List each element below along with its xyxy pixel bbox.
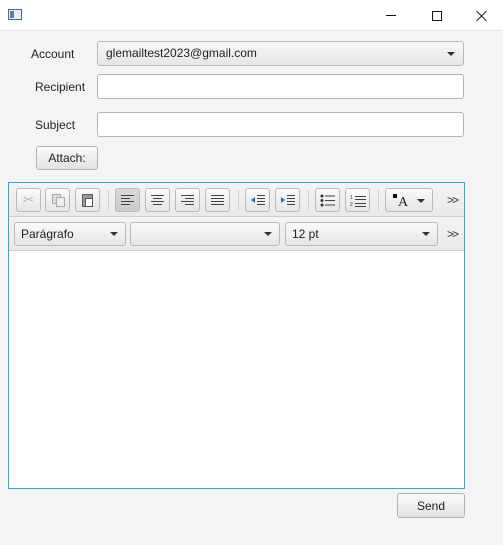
editor-content-area[interactable] [9, 252, 464, 488]
align-right-button[interactable] [175, 188, 200, 212]
numbered-list-icon: 1 2 [350, 195, 366, 207]
maximize-icon [432, 10, 442, 21]
paste-icon [82, 193, 93, 207]
close-button[interactable] [460, 0, 503, 31]
cut-button[interactable]: ✂ [16, 188, 41, 212]
paste-button[interactable] [75, 188, 100, 212]
outdent-icon [250, 195, 265, 205]
toolbar-separator [308, 190, 309, 210]
font-size-value: 12 pt [292, 227, 319, 241]
scissors-icon: ✂ [23, 192, 34, 207]
align-left-button[interactable] [115, 188, 140, 212]
text-color-button[interactable]: A [385, 188, 433, 212]
svg-text:1: 1 [350, 195, 353, 201]
bullet-list-button[interactable] [315, 188, 340, 212]
subject-label: Subject [35, 118, 76, 132]
svg-text:A: A [398, 195, 409, 207]
align-justify-button[interactable] [205, 188, 230, 212]
paragraph-format-value: Parágrafo [21, 227, 74, 241]
toolbar-separator [238, 190, 239, 210]
chevron-down-icon [264, 232, 272, 236]
indent-button[interactable] [275, 188, 300, 212]
subject-input[interactable] [97, 112, 464, 137]
toolbar-overflow-button[interactable]: >> [447, 227, 459, 241]
align-center-icon [151, 195, 164, 205]
copy-icon [51, 194, 65, 207]
indent-icon [280, 195, 295, 205]
align-justify-icon [211, 195, 224, 205]
chevron-down-icon [422, 232, 430, 236]
maximize-button[interactable] [414, 0, 460, 31]
paragraph-format-select[interactable]: Parágrafo [14, 222, 126, 246]
toolbar-overflow-button[interactable]: >> [447, 193, 459, 207]
font-size-select[interactable]: 12 pt [285, 222, 438, 246]
account-value: glemailtest2023@gmail.com [106, 46, 257, 60]
attach-button[interactable]: Attach: [36, 146, 98, 170]
recipient-label: Recipient [35, 80, 86, 94]
app-icon [8, 9, 22, 20]
send-button[interactable]: Send [397, 493, 465, 518]
minimize-icon [386, 15, 396, 16]
editor-toolbar-style: Parágrafo 12 pt >> [9, 217, 464, 251]
account-select[interactable]: glemailtest2023@gmail.com [97, 41, 464, 66]
toolbar-separator [378, 190, 379, 210]
chevron-down-icon [417, 199, 425, 203]
text-color-icon: A [393, 194, 409, 207]
align-right-icon [181, 195, 194, 205]
editor-toolbar-formatting: ✂ 1 2 A >> [9, 183, 464, 217]
toolbar-separator [108, 190, 109, 210]
chevron-down-icon [447, 52, 455, 56]
numbered-list-button[interactable]: 1 2 [345, 188, 370, 212]
align-center-button[interactable] [145, 188, 170, 212]
chevron-down-icon [110, 232, 118, 236]
align-left-icon [121, 195, 134, 205]
font-family-select[interactable] [130, 222, 280, 246]
close-icon [476, 10, 488, 22]
copy-button[interactable] [45, 188, 70, 212]
title-bar [0, 0, 503, 31]
outdent-button[interactable] [245, 188, 270, 212]
recipient-input[interactable] [97, 74, 464, 99]
svg-text:2: 2 [350, 202, 353, 207]
minimize-button[interactable] [368, 0, 414, 31]
bullet-list-icon [320, 194, 335, 206]
html-editor: ✂ 1 2 A >> Parágrafo 12 pt >> [8, 182, 465, 489]
account-label: Account [31, 47, 75, 61]
